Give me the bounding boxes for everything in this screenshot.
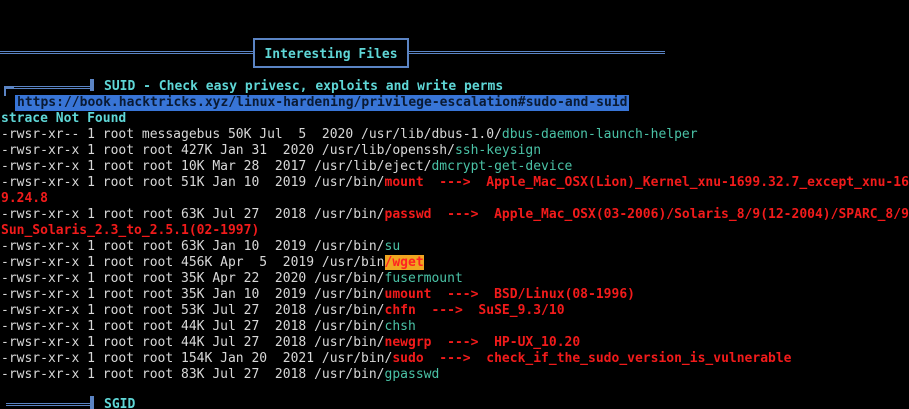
suid-output-list: strace Not Found -rwsr-xr-- 1 root messag… <box>1 111 909 383</box>
section-rule-right <box>409 51 665 54</box>
output-line: -rwsr-xr-x 1 root root 44K Jul 27 2018 /… <box>1 319 909 335</box>
output-segment: ssh-keysign <box>454 143 542 158</box>
output-line: -rwsr-xr-x 1 root root 35K Jan 10 2019 /… <box>1 287 909 303</box>
output-segment: -rwsr-xr-x 1 root root 83K Jul 27 2018 /… <box>1 367 385 382</box>
output-segment: /wget <box>384 255 424 270</box>
output-segment: -rwsr-xr-x 1 root root 63K Jul 27 2018 /… <box>1 207 385 222</box>
output-segment: newgrp ---> HP-UX_10.20 <box>384 335 581 350</box>
output-segment: strace Not Found <box>1 111 127 126</box>
output-line: strace Not Found <box>1 111 909 127</box>
output-segment: dbus-daemon-launch-helper <box>501 127 698 142</box>
output-line: -rwsr-xr-- 1 root messagebus 50K Jul 5 2… <box>1 127 909 143</box>
output-line: -rwsr-xr-x 1 root root 63K Jul 27 2018 /… <box>1 207 909 223</box>
suid-reference-link[interactable]: https://book.hacktricks.xyz/linux-harden… <box>15 95 630 111</box>
output-segment: chsh <box>384 319 416 334</box>
output-segment: -rwsr-xr-x 1 root root 154K Jan 20 2021 … <box>1 351 393 366</box>
section-header-box: Interesting Files <box>253 38 409 68</box>
output-segment: -rwsr-xr-x 1 root root 44K Jul 27 2018 /… <box>1 319 385 334</box>
output-segment: mount ---> Apple_Mac_OSX(Lion)_Kernel_xn… <box>384 175 909 190</box>
output-segment: -rwsr-xr-x 1 root root 51K Jan 10 2019 /… <box>1 175 385 190</box>
output-segment: umount ---> BSD/Linux(08-1996) <box>384 287 635 302</box>
output-segment: passwd ---> Apple_Mac_OSX(03-2006)/Solar… <box>384 207 909 222</box>
output-segment: -rwsr-xr-x 1 root root 63K Jan 10 2019 /… <box>1 239 385 254</box>
output-line: -rwsr-xr-x 1 root root 10K Mar 28 2017 /… <box>1 159 909 175</box>
sgid-header-cap <box>90 396 94 409</box>
output-segment: su <box>384 239 401 254</box>
output-segment: dmcrypt-get-device <box>431 159 573 174</box>
output-line: Sun_Solaris_2.3_to_2.5.1(02-1997) <box>1 223 909 239</box>
output-line: -rwsr-xr-x 1 root root 456K Apr 5 2019 /… <box>1 255 909 271</box>
output-segment: fusermount <box>384 271 463 286</box>
sgid-header-rule <box>6 403 92 406</box>
output-line: -rwsr-xr-x 1 root root 51K Jan 10 2019 /… <box>1 175 909 191</box>
output-segment: Sun_Solaris_2.3_to_2.5.1(02-1997) <box>1 223 260 238</box>
suid-title: SUID - Check easy privesc, exploits and … <box>104 79 504 94</box>
output-line: -rwsr-xr-x 1 root root 427K Jan 31 2020 … <box>1 143 909 159</box>
suid-header-cap <box>90 79 94 91</box>
output-segment: 9.24.8 <box>1 191 48 206</box>
output-line: 9.24.8 <box>1 191 909 207</box>
output-line: -rwsr-xr-x 1 root root 154K Jan 20 2021 … <box>1 351 909 367</box>
suid-header-rule <box>6 86 92 89</box>
terminal-window[interactable]: Interesting Files SUID - Check easy priv… <box>0 0 909 409</box>
output-segment: -rwsr-xr-x 1 root root 53K Jul 27 2018 /… <box>1 303 385 318</box>
section-title: Interesting Files <box>264 47 398 62</box>
output-segment: -rwsr-xr-x 1 root root 427K Jan 31 2020 … <box>1 143 455 158</box>
output-line: -rwsr-xr-x 1 root root 83K Jul 27 2018 /… <box>1 367 909 383</box>
output-segment: -rwsr-xr-x 1 root root 456K Apr 5 2019 /… <box>1 255 385 270</box>
output-segment: -rwsr-xr-- 1 root messagebus 50K Jul 5 2… <box>1 127 502 142</box>
output-segment: -rwsr-xr-x 1 root root 35K Jan 10 2019 /… <box>1 287 385 302</box>
sgid-title: SGID <box>104 397 136 409</box>
output-segment: -rwsr-xr-x 1 root root 10K Mar 28 2017 /… <box>1 159 432 174</box>
output-segment: sudo ---> check_if_the_sudo_version_is_v… <box>392 351 792 366</box>
output-line: -rwsr-xr-x 1 root root 44K Jul 27 2018 /… <box>1 335 909 351</box>
output-segment: -rwsr-xr-x 1 root root 35K Apr 22 2020 /… <box>1 271 385 286</box>
output-segment: gpasswd <box>384 367 440 382</box>
output-segment: -rwsr-xr-x 1 root root 44K Jul 27 2018 /… <box>1 335 385 350</box>
output-segment: chfn ---> SuSE_9.3/10 <box>384 303 565 318</box>
output-line: -rwsr-xr-x 1 root root 53K Jul 27 2018 /… <box>1 303 909 319</box>
output-line: -rwsr-xr-x 1 root root 35K Apr 22 2020 /… <box>1 271 909 287</box>
output-line: -rwsr-xr-x 1 root root 63K Jan 10 2019 /… <box>1 239 909 255</box>
section-rule-left <box>0 51 253 54</box>
